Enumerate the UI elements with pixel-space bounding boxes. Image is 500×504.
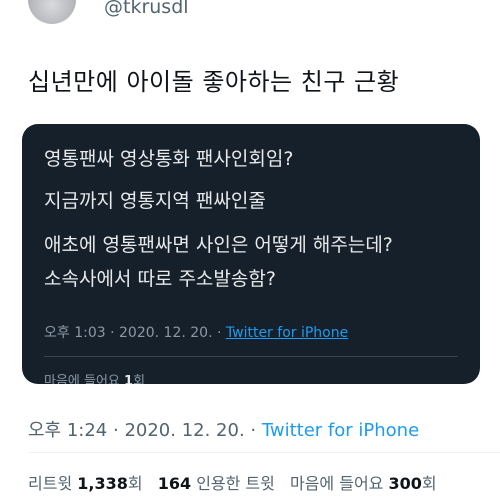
- tweet-stats: 리트윗 1,338회 164 인용한 트윗 마음에 들어요 300회: [28, 470, 447, 494]
- tweet-meta: 오후 1:24 · 2020. 12. 20. · Twitter for iP…: [28, 416, 419, 442]
- quoted-source-link[interactable]: Twitter for iPhone: [226, 325, 348, 341]
- quoted-date: 2020. 12. 20.: [119, 325, 213, 341]
- retweets-count: 1,338: [77, 474, 128, 493]
- likes-suffix: 회: [421, 474, 437, 493]
- tweet-time[interactable]: 오후 1:24: [28, 420, 107, 441]
- quotes-count: 164: [157, 474, 192, 493]
- separator-dot: ·: [113, 420, 125, 441]
- retweets-suffix: 회: [127, 474, 143, 493]
- author-handle[interactable]: @tkrusdl: [104, 0, 189, 18]
- quoted-time: 오후 1:03: [44, 325, 106, 341]
- quoted-likes-label: 마음에 들어요: [44, 374, 120, 384]
- tweet-date[interactable]: 2020. 12. 20.: [124, 420, 244, 441]
- separator-dot: ·: [250, 420, 262, 441]
- quoted-text-line: 영통팬싸 영상통화 팬사인회임?: [44, 148, 294, 170]
- separator-dot: ·: [110, 325, 120, 341]
- avatar[interactable]: [28, 0, 76, 24]
- quoted-meta: 오후 1:03 · 2020. 12. 20. · Twitter for iP…: [44, 322, 348, 342]
- quoted-text-line: 지금까지 영통지역 팬싸인줄: [44, 190, 266, 212]
- quotes-stat[interactable]: 164 인용한 트윗: [158, 474, 275, 493]
- quotes-label: 인용한 트윗: [196, 474, 275, 493]
- likes-stat[interactable]: 마음에 들어요 300회: [290, 474, 437, 493]
- tweet-text: 십년만에 아이돌 좋아하는 친구 근황: [28, 68, 400, 96]
- divider: [44, 356, 458, 357]
- likes-count: 300: [388, 474, 422, 493]
- quoted-tweet-card[interactable]: 영통팬싸 영상통화 팬사인회임? 지금까지 영통지역 팬싸인줄 애초에 영통팬싸…: [22, 124, 480, 384]
- likes-label: 마음에 들어요: [289, 474, 384, 493]
- tweet-source-link[interactable]: Twitter for iPhone: [262, 420, 419, 441]
- divider: [28, 452, 500, 453]
- quoted-text-line: 애초에 영통팬싸면 사인은 어떻게 해주는데?: [44, 234, 393, 256]
- retweets-label: 리트윗: [28, 474, 73, 493]
- separator-dot: ·: [216, 325, 226, 341]
- quoted-likes[interactable]: 마음에 들어요 1회: [44, 370, 145, 384]
- retweets-stat[interactable]: 리트윗 1,338회: [28, 474, 143, 493]
- quoted-likes-count: 1: [124, 374, 134, 384]
- quoted-text-line: 소속사에서 따로 주소발송함?: [44, 268, 276, 290]
- quoted-likes-suffix: 회: [133, 374, 146, 384]
